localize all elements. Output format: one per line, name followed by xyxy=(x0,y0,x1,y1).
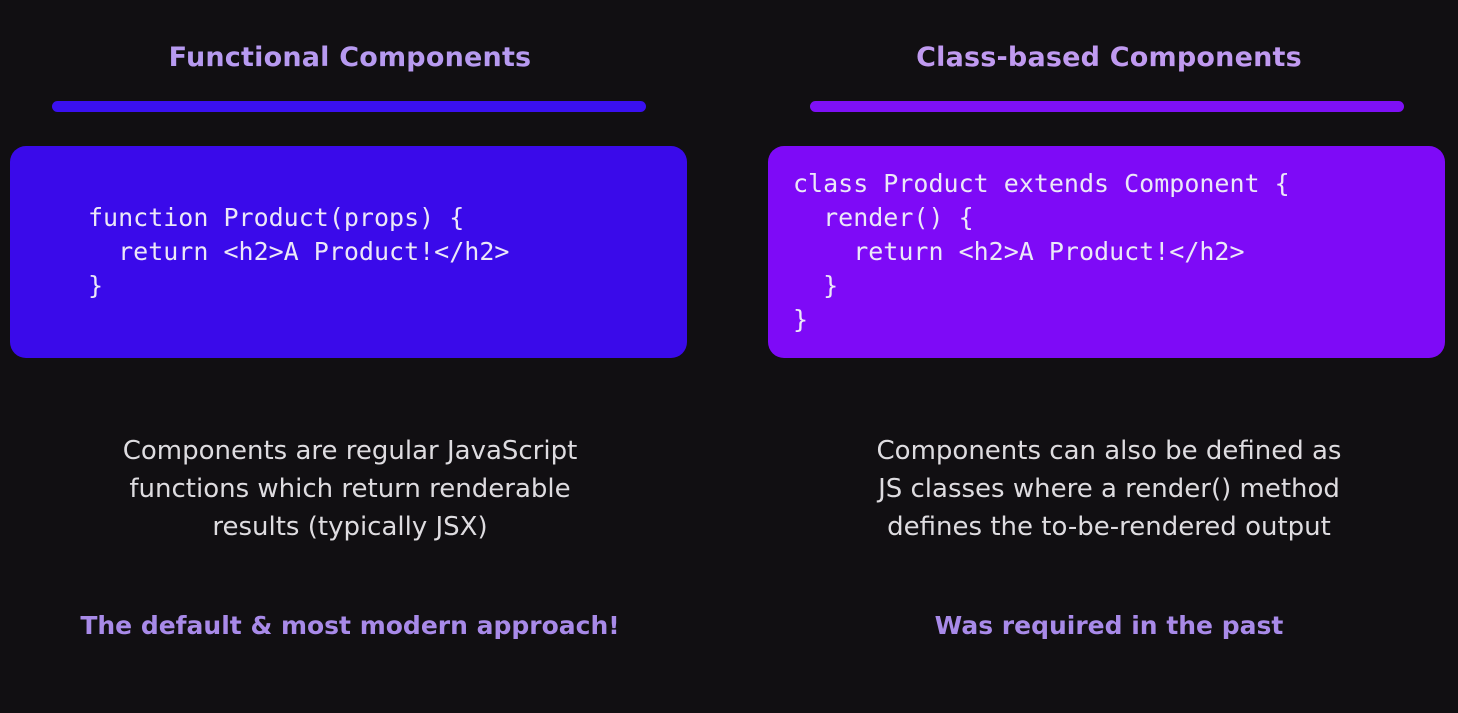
code-line: } xyxy=(793,305,809,334)
class-based-description: Components can also be defined as JS cla… xyxy=(760,432,1458,546)
code-line: render() { xyxy=(793,203,974,232)
description-line: defines the to-be-rendered output xyxy=(887,512,1331,542)
class-based-components-column: Class-based Components class Product ext… xyxy=(760,0,1458,713)
functional-components-column: Functional Components function Product(p… xyxy=(0,0,700,713)
code-line: function Product(props) { xyxy=(88,203,465,232)
code-line: return <h2>A Product!</h2> xyxy=(793,237,1245,266)
class-based-components-heading: Class-based Components xyxy=(916,42,1302,73)
class-based-code-block: class Product extends Component { render… xyxy=(793,167,1445,337)
functional-description: Components are regular JavaScript functi… xyxy=(0,432,700,546)
class-based-code-box: class Product extends Component { render… xyxy=(768,146,1445,358)
functional-components-heading: Functional Components xyxy=(168,42,532,73)
description-line: Components can also be defined as xyxy=(876,436,1342,466)
code-line: class Product extends Component { xyxy=(793,169,1290,198)
description-line: functions which return renderable xyxy=(129,474,571,504)
description-line: results (typically JSX) xyxy=(212,512,488,542)
description-line: JS classes where a render() method xyxy=(878,474,1340,504)
class-based-heading-underline xyxy=(810,101,1404,112)
functional-code-box: function Product(props) { return <h2>A P… xyxy=(10,146,687,358)
functional-code-block: function Product(props) { return <h2>A P… xyxy=(88,201,687,303)
code-line: return <h2>A Product!</h2> xyxy=(88,237,510,266)
class-based-tagline: Was required in the past xyxy=(934,611,1284,640)
functional-tagline: The default & most modern approach! xyxy=(80,611,620,640)
code-line: } xyxy=(88,271,104,300)
description-line: Components are regular JavaScript xyxy=(122,436,578,466)
code-line: } xyxy=(793,271,839,300)
functional-heading-underline xyxy=(52,101,646,112)
